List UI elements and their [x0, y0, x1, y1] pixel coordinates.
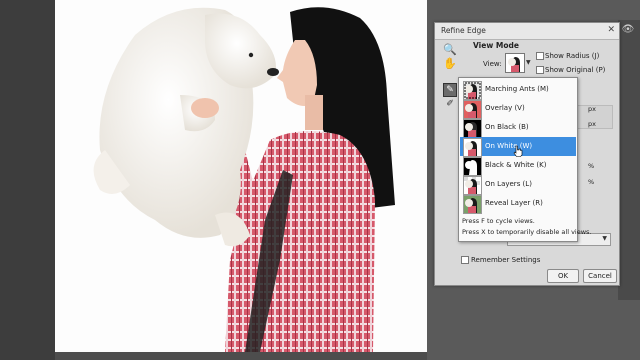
show-radius-label: Show Radius (J): [545, 52, 600, 60]
on-black-thumbnail: [463, 119, 482, 138]
menu-item-label: On Layers (L): [485, 180, 532, 188]
zoom-tool-icon[interactable]: 🔍: [443, 43, 457, 57]
ok-button[interactable]: OK: [547, 269, 579, 283]
erase-refinements-icon[interactable]: ✐: [443, 97, 457, 111]
remember-settings-checkbox[interactable]: [461, 256, 469, 264]
menu-item-on-black[interactable]: On Black (B): [460, 118, 576, 138]
marching-ants-thumbnail: [463, 81, 482, 100]
view-mode-menu: Marching Ants (M) Overlay (V) On Black (…: [458, 77, 592, 242]
black-white-thumbnail: [463, 157, 482, 176]
dialog-titlebar[interactable]: Refine Edge ✕: [435, 23, 619, 40]
menu-item-label: Reveal Layer (R): [485, 199, 543, 207]
menu-item-reveal-layer[interactable]: Reveal Layer (R): [460, 194, 576, 214]
close-icon[interactable]: ✕: [607, 25, 615, 35]
show-radius-checkbox[interactable]: [536, 52, 544, 60]
menu-item-label: Marching Ants (M): [485, 85, 549, 93]
chevron-down-icon: ▼: [602, 235, 607, 242]
side-rail: [618, 20, 640, 300]
eye-icon[interactable]: 👁: [620, 24, 636, 36]
shift-edge-unit: %: [588, 178, 595, 186]
document-canvas[interactable]: [55, 0, 427, 352]
reveal-layer-thumbnail: [463, 195, 482, 214]
show-original-checkbox[interactable]: [536, 66, 544, 74]
on-layers-thumbnail: [463, 176, 482, 195]
menu-item-label: On Black (B): [485, 123, 529, 131]
smooth-unit: px: [588, 120, 596, 128]
dialog-title: Refine Edge: [441, 26, 486, 35]
hand-cursor-icon: [513, 145, 523, 157]
menu-item-black-and-white[interactable]: Black & White (K): [460, 156, 576, 176]
show-original-label: Show Original (P): [545, 66, 606, 74]
hand-tool-icon[interactable]: ✋: [443, 57, 457, 71]
view-mode-thumbnail[interactable]: [505, 53, 525, 73]
overlay-thumbnail: [463, 100, 482, 119]
hint-disable-views: Press X to temporarily disable all views…: [462, 228, 592, 236]
menu-item-on-layers[interactable]: On Layers (L): [460, 175, 576, 195]
remember-settings-label: Remember Settings: [471, 256, 541, 264]
cancel-button[interactable]: Cancel: [583, 269, 617, 283]
contrast-unit: %: [588, 162, 595, 170]
chevron-down-icon[interactable]: ▼: [526, 59, 531, 66]
menu-item-overlay[interactable]: Overlay (V): [460, 99, 576, 119]
hint-cycle-views: Press F to cycle views.: [462, 217, 535, 225]
on-white-thumbnail: [463, 138, 482, 157]
menu-item-marching-ants[interactable]: Marching Ants (M): [460, 80, 576, 100]
radius-unit: px: [588, 105, 596, 113]
photo-woman-with-puppy: [93, 7, 395, 352]
menu-item-label: Black & White (K): [485, 161, 547, 169]
view-mode-heading: View Mode: [473, 41, 519, 50]
menu-item-label: On White (W): [485, 142, 533, 150]
view-label: View:: [483, 60, 502, 68]
toolbar-strip: [0, 0, 55, 360]
menu-item-label: Overlay (V): [485, 104, 525, 112]
refine-radius-brush-icon[interactable]: ✎: [443, 83, 457, 97]
